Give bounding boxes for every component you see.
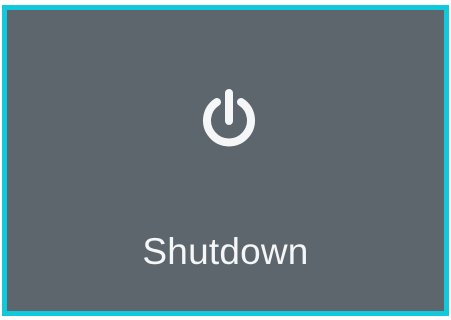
power-icon <box>197 87 261 151</box>
shutdown-label: Shutdown <box>142 231 309 272</box>
shutdown-button[interactable]: Shutdown <box>2 5 449 316</box>
